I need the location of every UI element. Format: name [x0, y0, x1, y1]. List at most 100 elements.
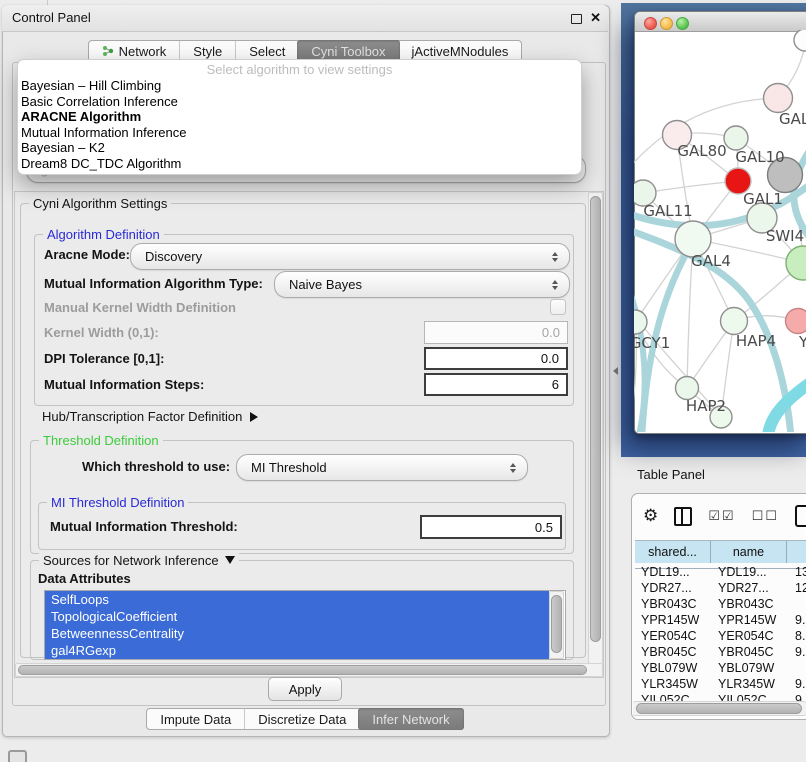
network-canvas[interactable]: GALGAL80GAL10GAL1GAL11SWI4GAL4GCY1HAP4YH… [634, 30, 806, 432]
table-row[interactable]: YBR045CYBR045C9. [635, 644, 806, 660]
column-header-name[interactable]: name [711, 541, 787, 563]
network-node-label: Y [798, 333, 806, 351]
mi-algorithm-type-combobox[interactable]: Naive Bayes [274, 271, 570, 298]
algorithm-option-dream8-dc-tdc-algorithm[interactable]: Dream8 DC_TDC Algorithm [18, 156, 581, 172]
bottom-tab-infer-network[interactable]: Infer Network [358, 708, 463, 730]
tab-label: Infer Network [372, 712, 449, 727]
attribute-item-gal4rgexp[interactable]: gal4RGexp [45, 642, 549, 659]
apply-button[interactable]: Apply [268, 677, 342, 701]
table-cell: 9. [787, 644, 806, 660]
algorithm-option-bayesian-hill-climbing[interactable]: Bayesian – Hill Climbing [18, 78, 581, 94]
table-cell: YBR043C [635, 596, 711, 612]
network-node-hap4[interactable] [721, 308, 748, 335]
table-horizontal-scrollbar-thumb[interactable] [636, 703, 802, 714]
table-cell: YER054C [635, 628, 711, 644]
traffic-light-zoom-icon[interactable] [676, 17, 689, 30]
attribute-item-selfloops[interactable]: SelfLoops [45, 591, 549, 608]
table-horizontal-scrollbar[interactable] [633, 701, 806, 716]
table-toolbar: ⚙ ☑☑ ☐☐ [643, 504, 806, 528]
hub-section-toggle[interactable]: Hub/Transcription Factor Definition [42, 409, 258, 424]
table-cell: 9. [787, 676, 806, 692]
data-attributes-list[interactable]: SelfLoopsTopologicalCoefficientBetweenne… [44, 590, 566, 660]
tab-label: Cyni Toolbox [311, 44, 385, 59]
table-row[interactable]: YDL19...YDL19...13 [635, 564, 806, 580]
control-panel-title: Control Panel [12, 5, 91, 31]
algorithm-option-mutual-information-inference[interactable]: Mutual Information Inference [18, 125, 581, 141]
tab-label: Style [193, 44, 222, 59]
aracne-mode-combobox[interactable]: Discovery [130, 243, 570, 270]
attribute-item-topologicalcoefficient[interactable]: TopologicalCoefficient [45, 608, 549, 625]
attributes-scrollbar-thumb[interactable] [551, 595, 562, 653]
dpi-tolerance-field[interactable]: 0.0 [424, 347, 568, 370]
network-node-y[interactable] [786, 309, 806, 334]
network-node[interactable] [794, 30, 806, 51]
algorithm-option-basic-correlation-inference[interactable]: Basic Correlation Inference [18, 94, 581, 110]
control-panel-titlebar[interactable]: Control Panel ✕ [2, 5, 608, 32]
table-row[interactable]: YPR145WYPR145W9. [635, 612, 806, 628]
algorithm-option-bayesian-k2[interactable]: Bayesian – K2 [18, 140, 581, 156]
settings-horizontal-scrollbar-thumb[interactable] [18, 665, 587, 675]
expanded-arrow-icon[interactable] [225, 556, 235, 564]
network-node-gcy1[interactable] [634, 310, 647, 334]
close-icon[interactable]: ✕ [590, 9, 601, 27]
bottom-tab-discretize-data[interactable]: Discretize Data [244, 709, 359, 729]
network-node-gal10[interactable] [724, 126, 748, 150]
network-node-label: GAL10 [735, 148, 784, 166]
tab-jactivemnodules[interactable]: jActiveMNodules [399, 41, 522, 61]
clear-selection-icon[interactable]: ☐☐ [752, 509, 779, 524]
table-cell: YLR345W [635, 676, 711, 692]
sources-title-label: Sources for Network Inference [43, 553, 219, 568]
network-node-label: GCY1 [634, 334, 670, 352]
table-cell: 12 [787, 580, 806, 596]
table-cell: YDL19... [635, 564, 711, 580]
mi-steps-field[interactable]: 6 [424, 373, 568, 396]
traffic-light-minimize-icon[interactable] [660, 17, 673, 30]
table-row[interactable]: YLR345WYLR345W9. [635, 676, 806, 692]
network-node-label: GAL [779, 110, 806, 128]
bottom-tab-impute-data[interactable]: Impute Data [147, 709, 244, 729]
aracne-mode-value: Discovery [145, 249, 202, 264]
bottom-tab-strip: Impute Data Discretize Data Infer Network [146, 708, 463, 730]
mi-threshold-field[interactable]: 0.5 [420, 515, 562, 539]
settings-vertical-scrollbar-thumb[interactable] [590, 196, 601, 642]
sources-title[interactable]: Sources for Network Inference [39, 553, 239, 568]
tab-label: Discretize Data [258, 712, 346, 727]
column-header-a[interactable]: A [787, 541, 806, 563]
manual-kernel-width-checkbox[interactable] [550, 299, 566, 315]
tab-network[interactable]: Network [89, 41, 180, 61]
kernel-width-label: Kernel Width (0,1): [44, 325, 159, 340]
network-node-label: GAL4 [691, 252, 731, 270]
algorithm-definition-title: Algorithm Definition [43, 227, 164, 242]
restore-icon[interactable] [571, 14, 582, 24]
attributes-scrollbar[interactable] [549, 591, 564, 659]
table-row[interactable]: YBR043CYBR043C [635, 596, 806, 612]
network-node-gal[interactable] [764, 84, 793, 113]
attribute-item-betweennesscentrality[interactable]: BetweennessCentrality [45, 625, 549, 642]
app-root: Control Panel ✕ Network Style Select Cyni T… [0, 0, 806, 762]
algorithm-option-aracne-algorithm[interactable]: ARACNE Algorithm [18, 109, 581, 125]
columns-icon[interactable] [674, 507, 692, 526]
document-icon[interactable] [795, 505, 806, 527]
table-row[interactable]: YDR27...YDR27...12 [635, 580, 806, 596]
column-header-shared[interactable]: shared... [635, 541, 711, 563]
tab-select[interactable]: Select [235, 41, 298, 61]
table-row[interactable]: YBL079WYBL079W [635, 660, 806, 676]
tab-style[interactable]: Style [179, 41, 235, 61]
gear-icon[interactable]: ⚙ [643, 506, 658, 526]
table-body: YDL19...YDL19...13YDR27...YDR27...12YBR0… [635, 564, 806, 702]
network-edge[interactable] [643, 181, 738, 193]
which-threshold-combobox[interactable]: MI Threshold [236, 454, 528, 481]
mi-threshold-label: Mutual Information Threshold: [50, 519, 238, 534]
kernel-width-field[interactable]: 0.0 [424, 321, 568, 344]
traffic-light-close-icon[interactable] [644, 17, 657, 30]
collapsed-arrow-icon[interactable] [250, 412, 258, 422]
splitter-handle-icon[interactable] [613, 367, 618, 375]
select-all-icon[interactable]: ☑☑ [708, 509, 735, 524]
settings-vertical-scrollbar[interactable] [588, 192, 603, 664]
network-node-label: SWI4 [766, 227, 804, 245]
settings-horizontal-scrollbar[interactable] [15, 663, 603, 677]
network-window-titlebar[interactable] [635, 12, 806, 32]
table-row[interactable]: YER054CYER054C8. [635, 628, 806, 644]
panel-corner-icon[interactable] [8, 750, 27, 762]
mi-steps-label: Mutual Information Steps: [44, 377, 204, 392]
